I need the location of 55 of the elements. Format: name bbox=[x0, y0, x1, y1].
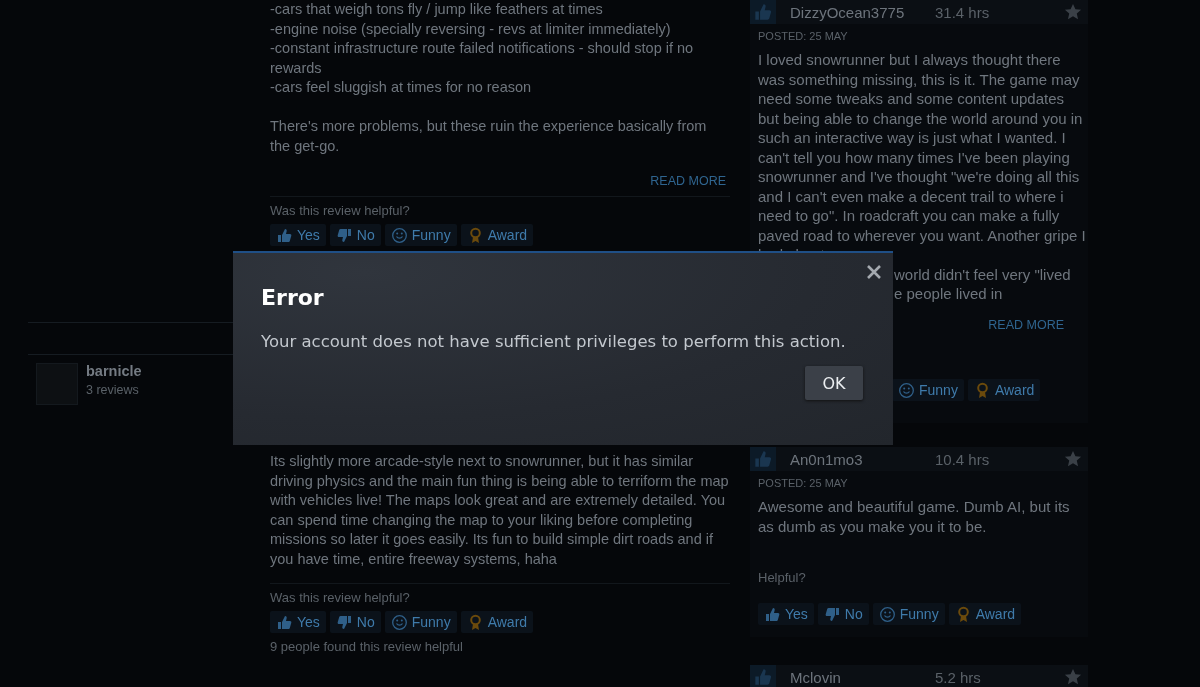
thumbs-down-icon bbox=[335, 226, 353, 244]
thumbs-up-icon bbox=[750, 447, 776, 471]
star-icon bbox=[1064, 668, 1082, 686]
funny-button[interactable]: Funny bbox=[892, 379, 964, 401]
playtime: 10.4 hrs bbox=[935, 450, 991, 468]
thumbs-up-icon bbox=[276, 613, 293, 631]
funny-button[interactable]: Funny bbox=[384, 224, 457, 246]
yes-button[interactable]: Yes bbox=[270, 611, 326, 633]
thumbs-up-icon bbox=[764, 605, 781, 623]
reviewer-name[interactable]: DizzyOcean3775 bbox=[776, 3, 935, 21]
smiley-icon bbox=[390, 613, 408, 631]
award-button[interactable]: Award bbox=[967, 379, 1041, 401]
helpful-prompt: Was this review helpful? bbox=[270, 196, 730, 218]
close-icon[interactable] bbox=[865, 263, 883, 281]
thumbs-up-icon bbox=[750, 665, 776, 687]
thumbs-down-icon bbox=[335, 613, 353, 631]
thumbs-down-icon bbox=[823, 605, 841, 623]
yes-button[interactable]: Yes bbox=[270, 224, 326, 246]
smiley-icon bbox=[898, 381, 915, 399]
helpful-prompt: Helpful? bbox=[758, 570, 807, 585]
reviewer-name[interactable]: barnicle bbox=[86, 363, 142, 379]
award-button[interactable]: Award bbox=[948, 603, 1022, 625]
thumbs-up-icon bbox=[276, 226, 293, 244]
funny-button[interactable]: Funny bbox=[872, 603, 945, 625]
playtime: 31.4 hrs bbox=[935, 3, 991, 21]
read-more-link[interactable]: READ MORE bbox=[650, 174, 726, 188]
star-icon bbox=[1064, 450, 1082, 468]
award-button[interactable]: Award bbox=[460, 611, 534, 633]
award-button[interactable]: Award bbox=[460, 224, 534, 246]
review-text: world didn't feel very "lived bbox=[894, 264, 1071, 284]
dialog-title: Error bbox=[261, 285, 325, 310]
smiley-icon bbox=[878, 605, 896, 623]
reviewer-name[interactable]: Mclovin bbox=[776, 668, 935, 686]
thumbs-up-icon bbox=[750, 0, 776, 24]
review-text: Awesome and beautiful game. Dumb AI, but its as dumb as you make you it to be. bbox=[758, 497, 1071, 536]
no-button[interactable]: No bbox=[329, 611, 381, 633]
review-count: 3 reviews bbox=[86, 383, 140, 397]
no-button[interactable]: No bbox=[817, 603, 869, 625]
review-text: Its slightly more arcade-style next to snowrunner, but it has similar driving physics and the main fun thing is being able to terriform the map with vehicles live! The maps look great and are extremely detailed. You can spend time changing the map to your liking before completing missions so later it goes easily. Its fun to build simple dirt roads and if you have time, entire freeway systems, haha bbox=[270, 452, 730, 569]
smiley-icon bbox=[390, 226, 408, 244]
playtime: 5.2 hrs bbox=[935, 668, 982, 686]
funny-button[interactable]: Funny bbox=[384, 611, 457, 633]
ok-button[interactable]: OK bbox=[805, 366, 863, 400]
dialog-message: Your account does not have sufficient privileges to perform this action. bbox=[261, 332, 847, 351]
helpful-count: 9 people found this review helpful bbox=[270, 639, 464, 654]
posted-date: POSTED: 25 MAY bbox=[758, 30, 849, 42]
reviewer-name[interactable]: An0n1mo3 bbox=[776, 450, 935, 468]
read-more-link[interactable]: READ MORE bbox=[988, 317, 1064, 332]
no-button[interactable]: No bbox=[329, 224, 381, 246]
helpful-prompt: Was this review helpful? bbox=[270, 583, 730, 605]
review-text: -cars that weigh tons fly / jump like feathers at times -engine noise (specially reversing - revs at limiter immediately) -constant infrastructure route failed notifications - should stop if no rewards -cars feel sluggish at times for no reason There's more problems, but these ruin the experience basically from the get-go. bbox=[270, 0, 708, 156]
review-text: e people lived in bbox=[894, 284, 1003, 304]
posted-date: POSTED: 25 MAY bbox=[758, 477, 849, 489]
yes-button[interactable]: Yes bbox=[758, 603, 814, 625]
star-icon bbox=[1064, 3, 1082, 21]
